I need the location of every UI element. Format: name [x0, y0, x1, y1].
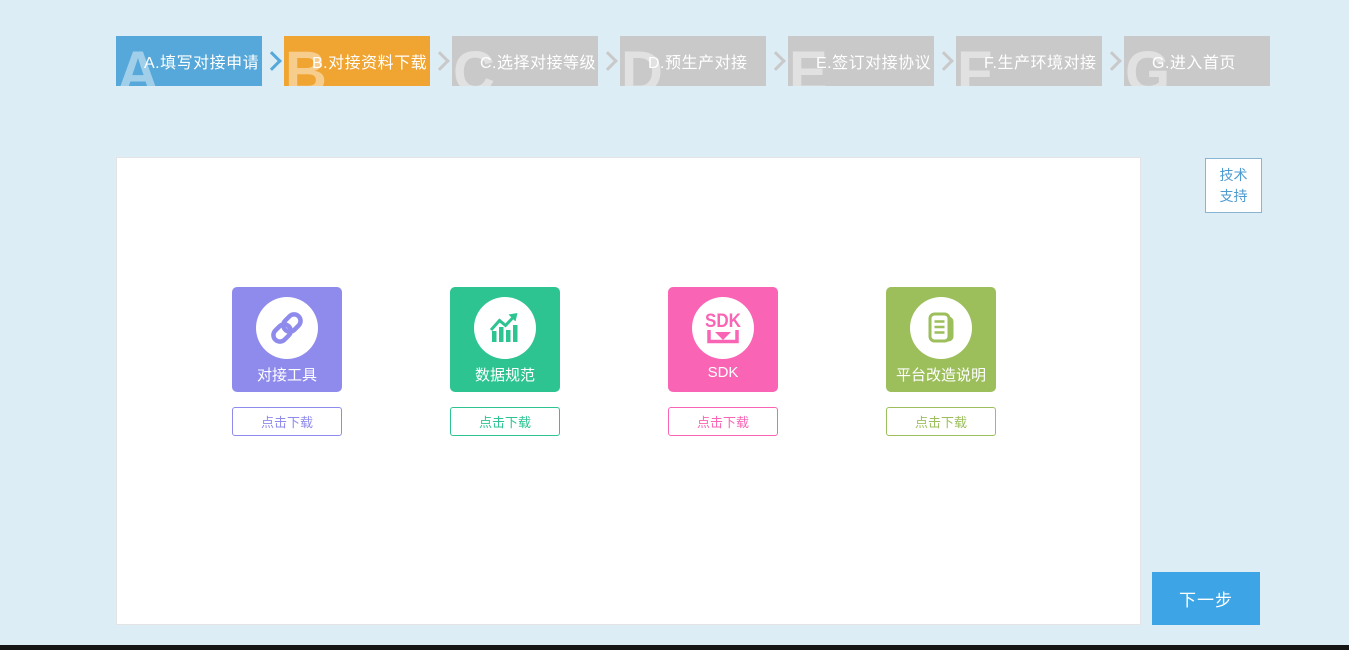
step-label: F.生产环境对接 [984, 49, 1096, 73]
step-label: D.预生产对接 [648, 49, 748, 73]
step-download-materials[interactable]: B B.对接资料下载 [284, 36, 430, 86]
sdk-download-icon: SDK [692, 297, 754, 359]
step-label: G.进入首页 [1152, 49, 1236, 73]
tech-support-link[interactable]: 技术 支持 [1205, 158, 1262, 213]
card-title: 对接工具 [257, 364, 317, 385]
card-title: 平台改造说明 [896, 364, 986, 385]
step-label: B.对接资料下载 [312, 49, 427, 73]
step-separator [262, 54, 284, 68]
chevron-right-icon [1102, 51, 1122, 71]
card-sdk: SDK SDK [668, 287, 778, 392]
tech-support-line2: 支持 [1220, 186, 1248, 207]
step-separator [934, 54, 956, 68]
taskbar-strip [0, 645, 1349, 650]
download-button-platform-notes[interactable]: 点击下载 [886, 407, 996, 436]
download-cards: 对接工具 点击下载 数据规范 点击下载 [232, 287, 996, 436]
step-label: C.选择对接等级 [480, 49, 596, 73]
download-button-docking-tools[interactable]: 点击下载 [232, 407, 342, 436]
bar-chart-icon [474, 297, 536, 359]
chevron-right-icon [598, 51, 618, 71]
step-label: E.签订对接协议 [816, 49, 931, 73]
onboarding-stepper: A A.填写对接申请 B B.对接资料下载 C C.选择对接等级 D D.预生产… [116, 36, 1270, 86]
step-separator [430, 54, 452, 68]
chevron-right-icon [766, 51, 786, 71]
card-docking-tools: 对接工具 [232, 287, 342, 392]
card-data-spec: 数据规范 [450, 287, 560, 392]
sdk-icon-text: SDK [705, 310, 741, 330]
chevron-right-icon [934, 51, 954, 71]
chevron-right-icon [430, 51, 450, 71]
step-separator [766, 54, 788, 68]
step-production-env[interactable]: F F.生产环境对接 [956, 36, 1102, 86]
step-sign-agreement[interactable]: E E.签订对接协议 [788, 36, 934, 86]
card-title: SDK [708, 364, 739, 381]
chevron-right-icon [262, 51, 282, 71]
step-pre-production[interactable]: D D.预生产对接 [620, 36, 766, 86]
chain-link-icon [256, 297, 318, 359]
step-fill-application[interactable]: A A.填写对接申请 [116, 36, 262, 86]
tech-support-line1: 技术 [1220, 165, 1248, 186]
card-title: 数据规范 [475, 364, 535, 385]
step-separator [598, 54, 620, 68]
next-step-button[interactable]: 下一步 [1152, 572, 1260, 625]
step-enter-home[interactable]: G G.进入首页 [1124, 36, 1270, 86]
download-button-data-spec[interactable]: 点击下载 [450, 407, 560, 436]
step-select-level[interactable]: C C.选择对接等级 [452, 36, 598, 86]
step-label: A.填写对接申请 [144, 49, 259, 73]
documents-icon [910, 297, 972, 359]
download-button-sdk[interactable]: 点击下载 [668, 407, 778, 436]
card-platform-notes: 平台改造说明 [886, 287, 996, 392]
step-separator [1102, 54, 1124, 68]
